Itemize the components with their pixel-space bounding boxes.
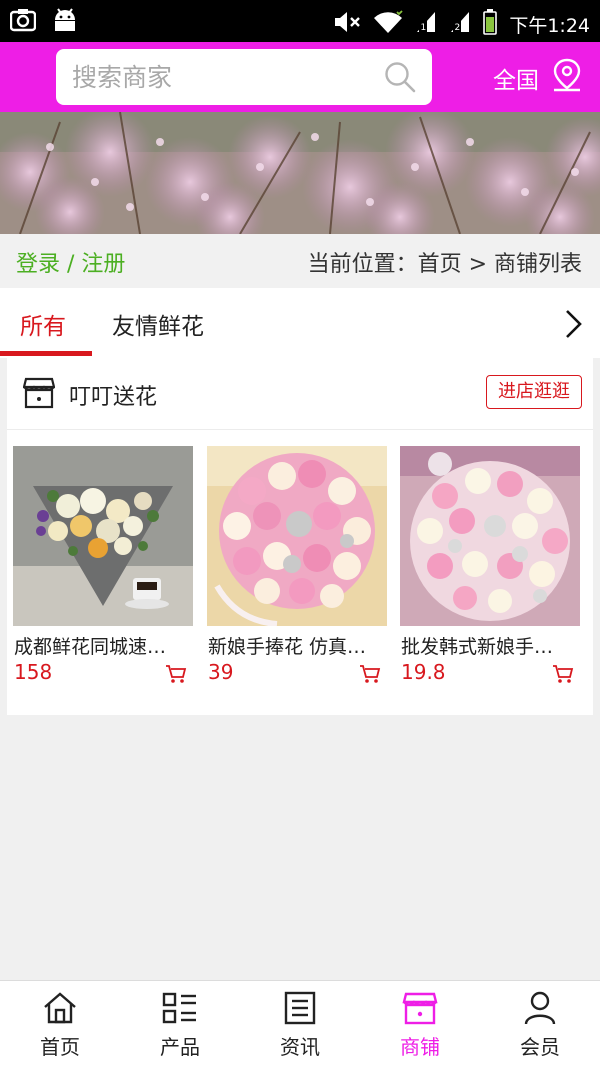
product-price: 158 bbox=[14, 660, 53, 684]
android-icon bbox=[52, 8, 78, 36]
shop-name[interactable]: 叮叮送花 bbox=[69, 379, 157, 411]
category-tabs: 所有 友情鲜花 bbox=[0, 288, 600, 358]
nav-home[interactable]: 首页 bbox=[0, 981, 120, 1067]
product-title[interactable]: 成都鲜花同城速… bbox=[14, 632, 189, 659]
bottom-nav: 首页 产品 资讯 商铺 会员 bbox=[0, 980, 600, 1067]
nav-label: 商铺 bbox=[400, 1035, 440, 1059]
store-icon bbox=[22, 376, 56, 414]
region-selector[interactable]: 全国 bbox=[493, 61, 539, 95]
nav-news[interactable]: 资讯 bbox=[240, 981, 360, 1067]
product-price: 39 bbox=[208, 660, 234, 684]
nav-label: 会员 bbox=[520, 1035, 560, 1059]
home-icon bbox=[42, 991, 78, 1029]
breadcrumb: 当前位置：首页 > 商铺列表 bbox=[307, 252, 582, 277]
top-header: 全国 bbox=[0, 42, 600, 112]
news-icon bbox=[282, 991, 318, 1029]
chevron-right-icon[interactable] bbox=[562, 308, 584, 344]
search-input[interactable] bbox=[72, 49, 372, 105]
cart-icon[interactable] bbox=[552, 664, 574, 688]
tab-all[interactable]: 所有 bbox=[20, 307, 66, 341]
shop-icon bbox=[402, 991, 438, 1029]
nav-shops[interactable]: 商铺 bbox=[360, 981, 480, 1067]
screenshot-icon bbox=[9, 8, 37, 36]
svg-text:1: 1 bbox=[421, 23, 427, 33]
nav-products[interactable]: 产品 bbox=[120, 981, 240, 1067]
search-box[interactable] bbox=[56, 49, 432, 105]
sim1-signal-icon: 1 bbox=[415, 10, 437, 38]
status-time: 下午1:24 bbox=[509, 14, 590, 37]
sim2-signal-icon: 2 bbox=[449, 10, 471, 38]
login-register-link[interactable]: 登录 / 注册 bbox=[16, 246, 125, 278]
product-image[interactable] bbox=[400, 446, 580, 626]
nav-label: 首页 bbox=[40, 1035, 80, 1059]
grid-list-icon bbox=[162, 991, 198, 1029]
product-title[interactable]: 新娘手捧花 仿真… bbox=[208, 632, 383, 659]
banner-image[interactable] bbox=[0, 112, 600, 234]
product-price: 19.8 bbox=[401, 660, 446, 684]
mute-icon bbox=[333, 10, 361, 38]
status-bar: 1 2 下午1:24 bbox=[0, 0, 600, 42]
product-card[interactable]: 批发韩式新娘手… 19.8 bbox=[400, 446, 580, 691]
cart-icon[interactable] bbox=[165, 664, 187, 688]
wifi-icon bbox=[373, 10, 403, 38]
battery-icon bbox=[483, 9, 498, 39]
nav-member[interactable]: 会员 bbox=[480, 981, 600, 1067]
nav-label: 资讯 bbox=[280, 1035, 320, 1059]
product-image[interactable] bbox=[13, 446, 193, 626]
shop-header[interactable]: 叮叮送花 进店逛逛 bbox=[7, 358, 593, 430]
shop-card: 叮叮送花 进店逛逛 成都鲜花同城速… 158 新娘手捧花 仿真… 39 批发韩式… bbox=[7, 358, 593, 715]
tab-friendship-flowers[interactable]: 友情鲜花 bbox=[112, 307, 204, 341]
product-image[interactable] bbox=[207, 446, 387, 626]
search-icon[interactable] bbox=[384, 61, 416, 97]
visit-shop-button[interactable]: 进店逛逛 bbox=[486, 375, 582, 409]
location-icon[interactable] bbox=[552, 58, 582, 96]
product-title[interactable]: 批发韩式新娘手… bbox=[401, 632, 576, 659]
cart-icon[interactable] bbox=[359, 664, 381, 688]
svg-text:2: 2 bbox=[455, 23, 461, 33]
nav-label: 产品 bbox=[160, 1035, 200, 1059]
product-card[interactable]: 新娘手捧花 仿真… 39 bbox=[207, 446, 387, 691]
user-icon bbox=[522, 991, 558, 1029]
active-tab-indicator bbox=[0, 351, 92, 356]
breadcrumb-bar: 登录 / 注册 当前位置：首页 > 商铺列表 bbox=[0, 234, 600, 288]
product-card[interactable]: 成都鲜花同城速… 158 bbox=[13, 446, 193, 691]
